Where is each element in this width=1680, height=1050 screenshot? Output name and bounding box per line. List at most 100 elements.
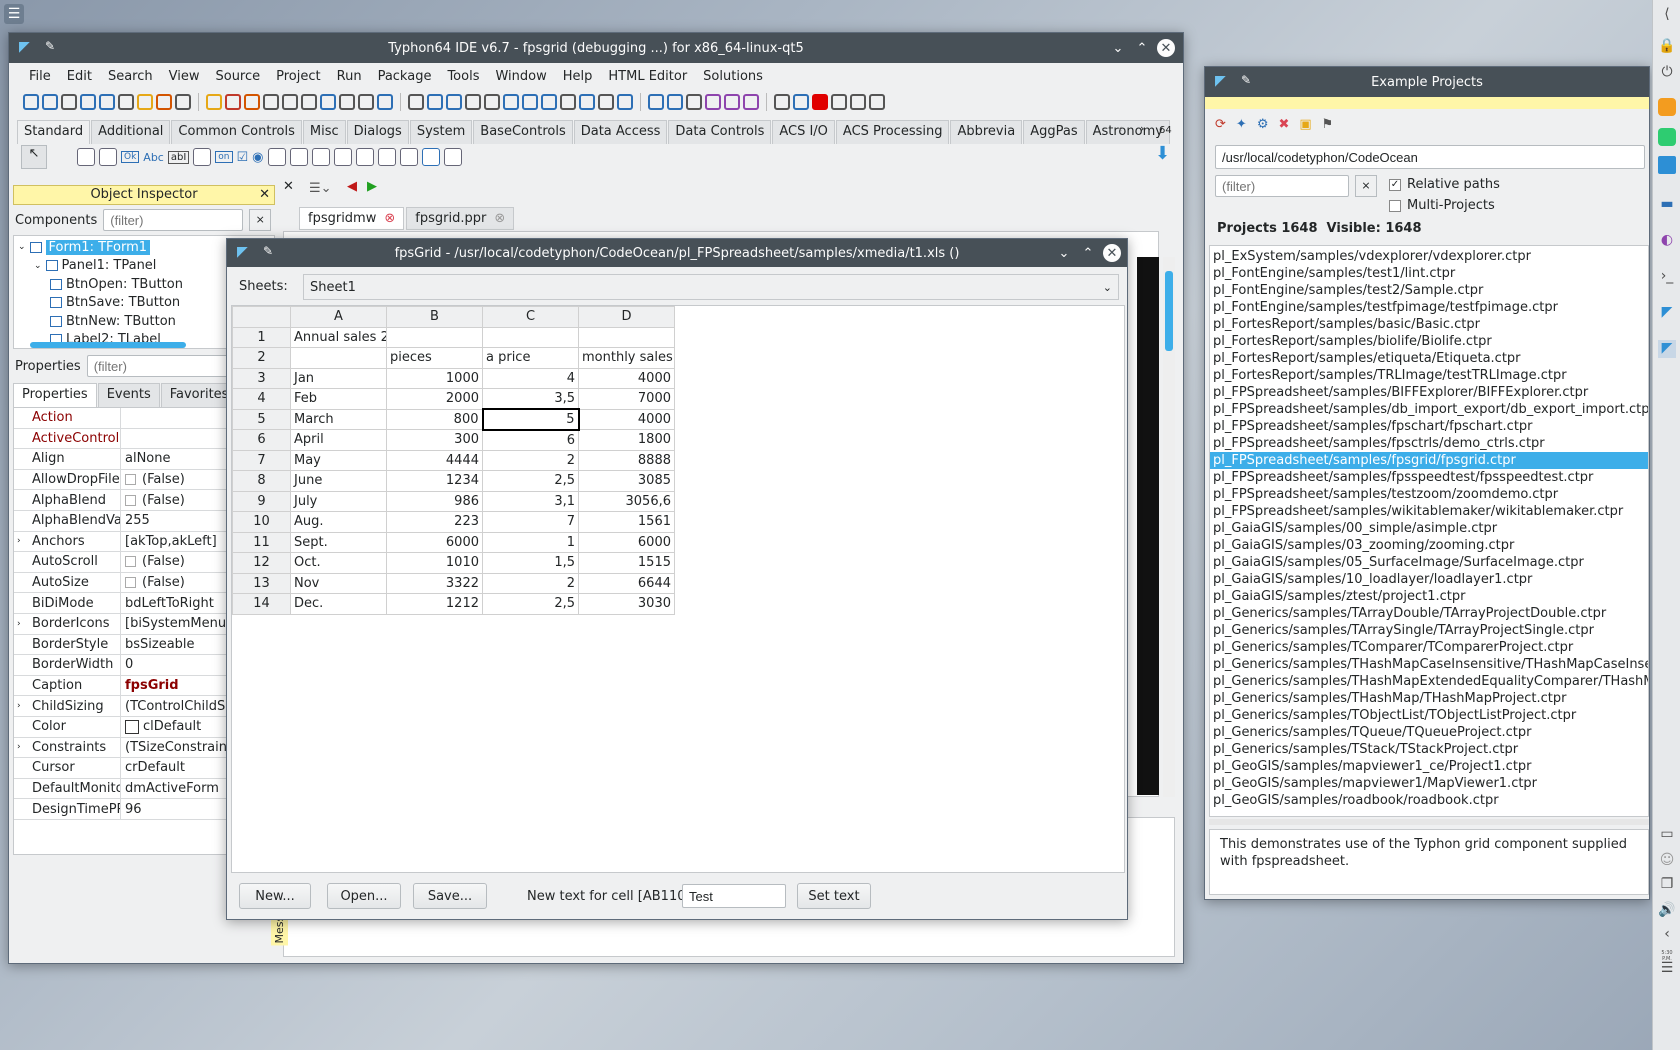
cell[interactable] — [386, 326, 483, 348]
toolbar-tool-icon[interactable] — [598, 94, 614, 110]
cell[interactable]: 8888 — [578, 449, 675, 471]
checkbox-component-icon[interactable]: ☑ — [237, 150, 249, 165]
pointer-tool-icon[interactable]: ↖ — [21, 145, 47, 169]
listbox-component-icon[interactable] — [267, 148, 286, 166]
column-header[interactable]: D — [578, 306, 675, 328]
tree-node[interactable]: BtnOpen: TButton — [50, 275, 183, 293]
remove-icon[interactable]: ✖ — [1278, 117, 1289, 132]
cell[interactable]: Nov — [290, 572, 387, 594]
toolbar-tool-icon[interactable] — [61, 94, 77, 110]
toolbar-tool-icon[interactable] — [465, 94, 481, 110]
toolbar-tool-icon[interactable] — [99, 94, 115, 110]
project-item[interactable]: pl_Generics/samples/THashMap/THashMapPro… — [1210, 690, 1648, 707]
project-item[interactable]: pl_GaiaGIS/samples/00_simple/asimple.ctp… — [1210, 520, 1648, 537]
editor-tab-fpsgrid-ppr[interactable]: fpsgrid.ppr ⊗ — [406, 207, 515, 230]
components-filter-input[interactable] — [103, 209, 244, 231]
cell[interactable]: 1010 — [386, 552, 483, 574]
palette-scroll-left-icon[interactable]: ‹ — [1118, 122, 1122, 135]
inspector-tab-events[interactable]: Events — [97, 383, 160, 407]
palette-tab-basecontrols[interactable]: BaseControls — [473, 120, 573, 144]
project-item[interactable]: pl_GeoGIS/samples/mapviewer1_ce/Project1… — [1210, 758, 1648, 775]
menu-icon[interactable]: ☰ — [1658, 960, 1676, 978]
cell[interactable]: 1561 — [578, 511, 675, 533]
toolbar-tool-icon[interactable] — [301, 94, 317, 110]
refresh-icon[interactable]: ⟳ — [1215, 117, 1226, 132]
toolbar-tool-icon[interactable] — [282, 94, 298, 110]
togglebox-component-icon[interactable]: on — [215, 151, 233, 163]
cell[interactable]: 6000 — [578, 531, 675, 553]
cell[interactable]: 1212 — [386, 593, 483, 615]
row-header[interactable]: 1 — [232, 326, 291, 348]
tree-node[interactable]: BtnNew: TButton — [50, 312, 176, 330]
typhon-task-active-icon[interactable]: ◤ — [1658, 340, 1676, 358]
cell[interactable]: 2,5 — [482, 593, 579, 615]
radiogroup-component-icon[interactable] — [355, 148, 374, 166]
maximize-icon[interactable]: ⌃ — [1079, 244, 1097, 262]
cell[interactable]: 4000 — [578, 367, 675, 389]
cell[interactable]: 300 — [386, 429, 483, 451]
app-green-icon[interactable] — [1658, 128, 1676, 146]
cell[interactable]: 6644 — [578, 572, 675, 594]
palette-scroll-right-icon[interactable]: › — [1140, 122, 1144, 135]
row-header[interactable]: 5 — [232, 408, 291, 430]
radiobutton-component-icon[interactable]: ◉ — [252, 150, 263, 165]
cell[interactable]: 3322 — [386, 572, 483, 594]
menu-window[interactable]: Window — [487, 69, 554, 84]
cell[interactable]: 986 — [386, 490, 483, 512]
cell[interactable]: 3,5 — [482, 388, 579, 410]
toolbar-tool-icon[interactable] — [724, 94, 740, 110]
cell[interactable]: a price — [482, 347, 579, 369]
toolbar-tool-icon[interactable] — [560, 94, 576, 110]
inspector-tab-properties[interactable]: Properties — [13, 383, 97, 407]
cell[interactable]: 800 — [386, 408, 483, 430]
kde-menu-icon[interactable]: ⟨ — [1658, 6, 1676, 24]
toolbar-tool-icon[interactable] — [774, 94, 790, 110]
cell[interactable]: March — [290, 408, 387, 430]
close-icon[interactable]: ✕ — [1103, 244, 1121, 262]
display-icon[interactable]: ▭ — [1658, 826, 1676, 844]
project-item[interactable]: pl_FPSpreadsheet/samples/fpsspeedtest/fp… — [1210, 469, 1648, 486]
editor-tab-fpsgridmw[interactable]: fpsgridmw ⊗ — [299, 207, 405, 230]
toolbar-tool-icon[interactable] — [579, 94, 595, 110]
pin-icon[interactable]: ✎ — [45, 39, 55, 53]
project-item[interactable]: pl_GaiaGIS/samples/ztest/project1.ctpr — [1210, 588, 1648, 605]
project-item[interactable]: pl_FPSpreadsheet/samples/fpschart/fpscha… — [1210, 418, 1648, 435]
tree-hscroll[interactable] — [30, 342, 186, 348]
popupmenu-component-icon[interactable] — [99, 148, 117, 166]
palette-tab-data-controls[interactable]: Data Controls — [668, 120, 772, 144]
menu-html-editor[interactable]: HTML Editor — [600, 69, 695, 84]
project-item[interactable]: pl_FortesReport/samples/TRLImage/testTRL… — [1210, 367, 1648, 384]
palette-tab-acs-i-o[interactable]: ACS I/O — [772, 120, 835, 144]
toolbar-tool-icon[interactable] — [850, 94, 866, 110]
toolbar-tool-icon[interactable] — [503, 94, 519, 110]
project-item[interactable]: pl_Generics/samples/TObjectList/TObjectL… — [1210, 707, 1648, 724]
groupbox-component-icon[interactable] — [333, 148, 352, 166]
row-header[interactable]: 4 — [232, 388, 291, 410]
cell[interactable]: June — [290, 470, 387, 492]
menu-help[interactable]: Help — [555, 69, 601, 84]
menu-view[interactable]: View — [161, 69, 208, 84]
lock-icon[interactable]: 🔒 — [1658, 38, 1676, 56]
toolbar-tool-icon[interactable] — [339, 94, 355, 110]
clipboard-icon[interactable]: ❐ — [1658, 876, 1676, 894]
maximize-icon[interactable]: ⌃ — [1133, 39, 1151, 57]
row-header[interactable]: 13 — [232, 572, 291, 594]
cell[interactable]: 3085 — [578, 470, 675, 492]
palette-tab-standard[interactable]: Standard — [17, 120, 91, 144]
cell[interactable]: 2,5 — [482, 470, 579, 492]
minimize-icon[interactable]: ⌄ — [1109, 39, 1127, 57]
toolbar-tool-icon[interactable] — [263, 94, 279, 110]
tab-close-icon[interactable]: ⊗ — [384, 211, 395, 226]
palette-tab-additional[interactable]: Additional — [91, 120, 171, 144]
project-item[interactable]: pl_FortesReport/samples/basic/Basic.ctpr — [1210, 316, 1648, 333]
menu-run[interactable]: Run — [329, 69, 370, 84]
project-item[interactable]: pl_FPSpreadsheet/samples/fpsctrls/demo_c… — [1210, 435, 1648, 452]
checkgroup-component-icon[interactable] — [377, 148, 396, 166]
menu-tools[interactable]: Tools — [439, 69, 487, 84]
cell[interactable]: 2 — [482, 449, 579, 471]
project-item[interactable]: pl_GaiaGIS/samples/03_zooming/zooming.ct… — [1210, 537, 1648, 554]
set-text-button[interactable]: Set text — [797, 883, 871, 909]
project-item[interactable]: pl_FontEngine/samples/test1/lint.ctpr — [1210, 265, 1648, 282]
editor-vscrollbar[interactable] — [1163, 257, 1175, 797]
collapse-icon[interactable]: ‹ — [1658, 926, 1676, 944]
